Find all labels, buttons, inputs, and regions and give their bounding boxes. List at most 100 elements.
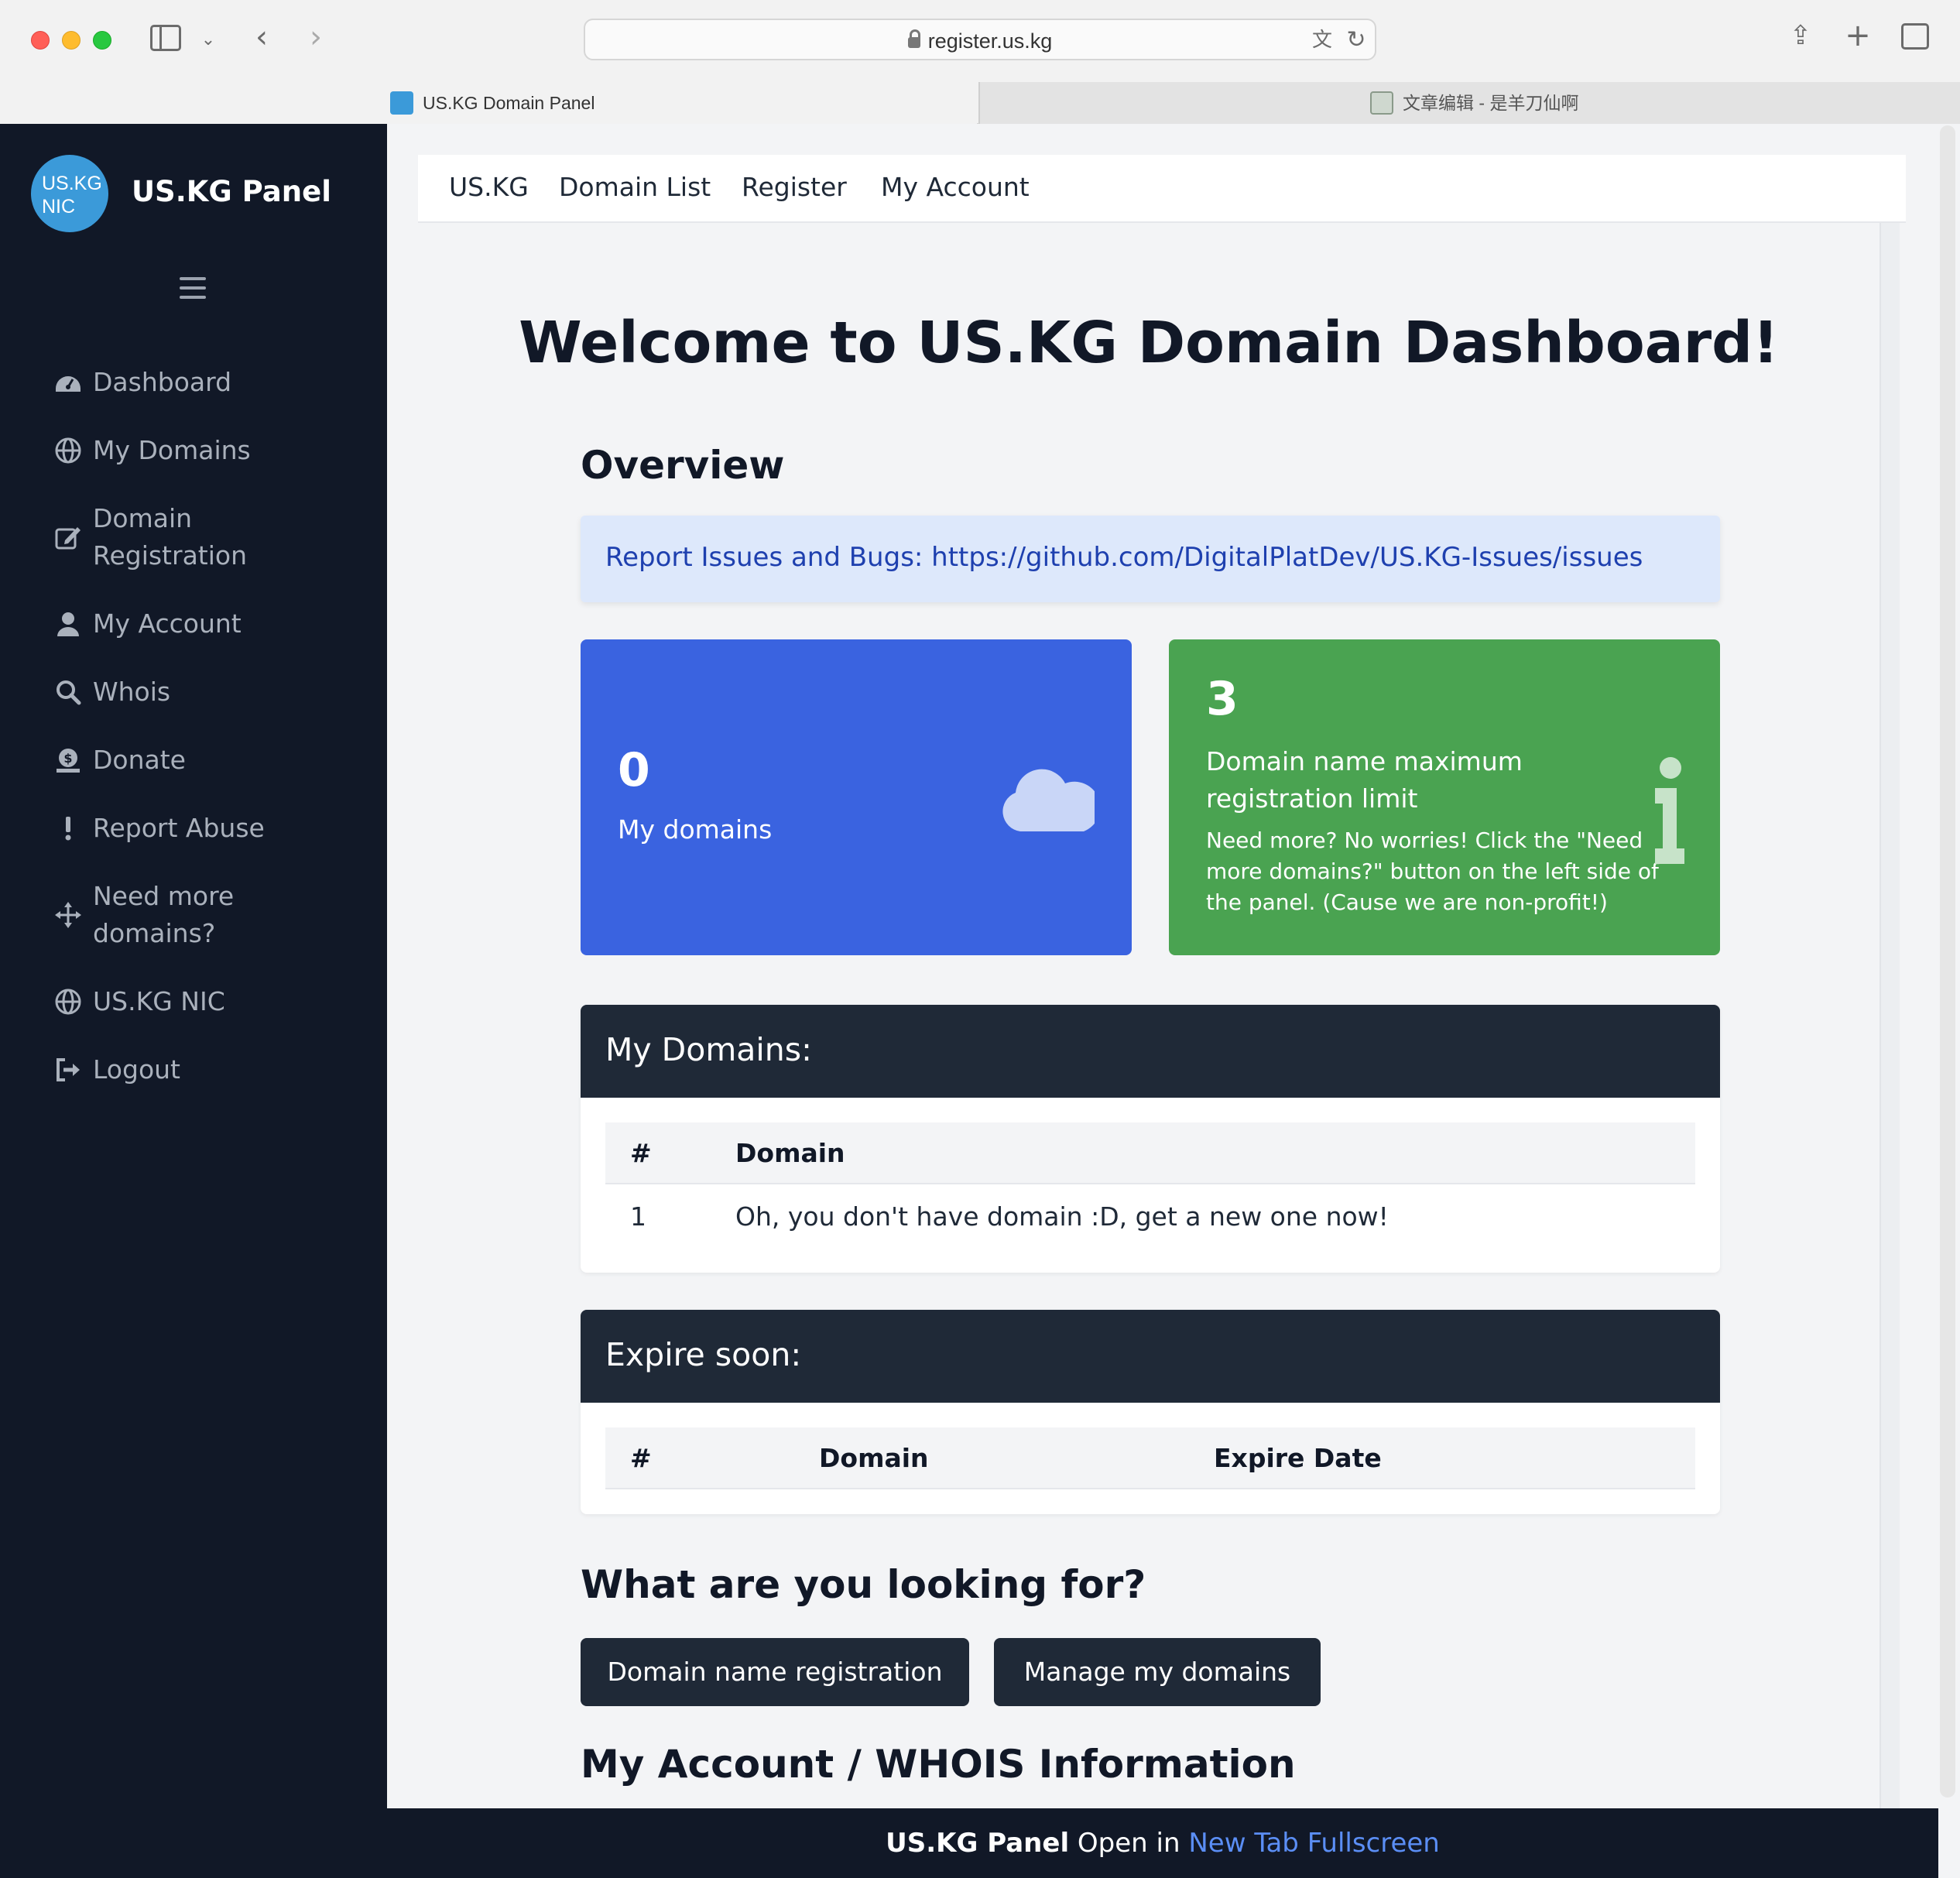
globe-icon bbox=[54, 988, 82, 1016]
sidebar-item-whois[interactable]: Whois bbox=[0, 658, 387, 726]
account-whois-heading: My Account / WHOIS Information bbox=[581, 1742, 1296, 1787]
new-tab-icon[interactable]: + bbox=[1842, 20, 1873, 51]
column-header: # bbox=[630, 1443, 652, 1473]
footer-bar: US.KG Panel Open in New Tab Fullscreen bbox=[387, 1808, 1938, 1878]
logo-text-line1: US.KG bbox=[42, 173, 102, 194]
manage-domains-button[interactable]: Manage my domains bbox=[994, 1638, 1321, 1706]
sidebar: US.KG NIC US.KG Panel Dashboard My Domai… bbox=[0, 124, 387, 1878]
sidebar-item-label: US.KG NIC bbox=[93, 986, 225, 1016]
limit-label: Domain name maximum registration limit bbox=[1206, 746, 1523, 814]
table-header: # Domain bbox=[605, 1122, 1695, 1184]
url-text: register.us.kg bbox=[927, 29, 1053, 53]
sidebar-toggle-icon[interactable] bbox=[150, 25, 181, 51]
my-domains-heading: My Domains: bbox=[581, 1005, 1720, 1098]
limit-count: 3 bbox=[1206, 672, 1239, 726]
sidebar-item-label: My Account bbox=[93, 608, 242, 639]
exclamation-icon bbox=[54, 814, 82, 842]
sidebar-item-us-kg-nic[interactable]: US.KG NIC bbox=[0, 968, 387, 1036]
footer-text: Open in bbox=[1077, 1828, 1180, 1859]
tab-favicon bbox=[390, 91, 413, 115]
sidebar-item-dashboard[interactable]: Dashboard bbox=[0, 348, 387, 416]
sidebar-item-domain-registration[interactable]: Domain Registration bbox=[0, 485, 387, 590]
topnav-us-kg[interactable]: US.KG bbox=[449, 172, 529, 202]
column-header: Domain bbox=[819, 1443, 929, 1473]
table-header: # Domain Expire Date bbox=[605, 1427, 1695, 1489]
cloud-icon bbox=[1002, 769, 1095, 831]
tab-us-kg-domain-panel[interactable]: US.KG Domain Panel bbox=[0, 82, 977, 124]
search-icon bbox=[54, 678, 82, 706]
dashboard-icon bbox=[54, 368, 82, 396]
sidebar-item-report-abuse[interactable]: Report Abuse bbox=[0, 794, 387, 862]
address-bar[interactable]: register.us.kg 文 ↻ bbox=[584, 19, 1376, 60]
domains-label: My domains bbox=[618, 814, 773, 845]
bug-report-alert: Report Issues and Bugs: https://github.c… bbox=[581, 516, 1720, 602]
domain-registration-button[interactable]: Domain name registration bbox=[581, 1638, 969, 1706]
registration-limit-card: 3 Domain name maximum registration limit… bbox=[1169, 639, 1720, 955]
sidebar-item-label: Need more domains? bbox=[93, 881, 235, 948]
footer-brand: US.KG Panel bbox=[886, 1828, 1070, 1859]
topnav-register[interactable]: Register bbox=[742, 172, 847, 202]
tab-favicon bbox=[1370, 91, 1393, 115]
lock-icon bbox=[907, 29, 920, 48]
user-icon bbox=[54, 610, 82, 638]
domains-count: 0 bbox=[618, 743, 650, 797]
sidebar-item-label: Logout bbox=[93, 1054, 180, 1085]
column-header: # bbox=[630, 1138, 652, 1168]
tab-overview-icon[interactable] bbox=[1901, 23, 1929, 50]
sidebar-item-my-domains[interactable]: My Domains bbox=[0, 416, 387, 485]
column-header: Domain bbox=[735, 1138, 845, 1168]
menu-toggle-icon[interactable] bbox=[180, 277, 206, 299]
open-fullscreen-link[interactable]: New Tab Fullscreen bbox=[1188, 1828, 1440, 1859]
row-domain: Oh, you don't have domain :D, get a new … bbox=[735, 1201, 1389, 1232]
page-scrollbar[interactable] bbox=[1940, 125, 1955, 1797]
overview-heading: Overview bbox=[581, 443, 785, 488]
svg-text:$: $ bbox=[63, 751, 72, 766]
content-edge bbox=[1879, 223, 1900, 1810]
close-window-button[interactable] bbox=[31, 31, 50, 50]
my-domains-card: 0 My domains bbox=[581, 639, 1132, 955]
my-domains-panel: My Domains: # Domain 1 Oh, you don't hav… bbox=[581, 1005, 1720, 1273]
reload-icon[interactable]: ↻ bbox=[1341, 25, 1372, 56]
donate-icon: $ bbox=[54, 746, 82, 774]
info-icon bbox=[1655, 757, 1684, 864]
expire-soon-panel: Expire soon: # Domain Expire Date bbox=[581, 1310, 1720, 1514]
sidebar-item-need-more-domains[interactable]: Need more domains? bbox=[0, 862, 387, 968]
globe-icon bbox=[54, 437, 82, 464]
share-icon[interactable]: ⇪ bbox=[1785, 20, 1816, 51]
arrows-icon bbox=[54, 901, 82, 929]
tab-article-edit[interactable]: 文章编辑 - 是羊刀仙啊 bbox=[978, 82, 1960, 124]
sidebar-nav: Dashboard My Domains Domain Registration… bbox=[0, 348, 387, 1104]
looking-for-heading: What are you looking for? bbox=[581, 1562, 1146, 1607]
sidebar-item-label: Whois bbox=[93, 677, 171, 707]
sidebar-item-label: My Domains bbox=[93, 435, 251, 465]
logo-text-line2: NIC bbox=[42, 196, 76, 218]
brand-logo[interactable]: US.KG NIC bbox=[31, 155, 108, 232]
zoom-window-button[interactable] bbox=[93, 31, 111, 50]
translate-icon[interactable]: 文 bbox=[1307, 25, 1338, 56]
sidebar-item-label: Report Abuse bbox=[93, 813, 265, 843]
expire-soon-heading: Expire soon: bbox=[581, 1310, 1720, 1403]
sidebar-item-donate[interactable]: $ Donate bbox=[0, 726, 387, 794]
brand-name[interactable]: US.KG Panel bbox=[132, 175, 331, 208]
top-navbar: US.KG Domain List Register My Account bbox=[418, 155, 1906, 223]
tab-title: 文章编辑 - 是羊刀仙啊 bbox=[1403, 93, 1579, 113]
edit-icon bbox=[54, 523, 82, 551]
sidebar-item-my-account[interactable]: My Account bbox=[0, 590, 387, 658]
topnav-my-account[interactable]: My Account bbox=[881, 172, 1030, 202]
sidebar-item-label: Domain Registration bbox=[93, 503, 247, 571]
sidebar-item-label: Dashboard bbox=[93, 367, 232, 397]
forward-icon[interactable]: › bbox=[300, 22, 331, 53]
sidebar-item-logout[interactable]: Logout bbox=[0, 1036, 387, 1104]
sidebar-item-label: Donate bbox=[93, 745, 186, 775]
topnav-domain-list[interactable]: Domain List bbox=[559, 172, 711, 202]
column-header: Expire Date bbox=[1214, 1443, 1382, 1473]
tab-title: US.KG Domain Panel bbox=[423, 93, 595, 113]
bug-report-link[interactable]: Report Issues and Bugs: https://github.c… bbox=[605, 542, 1643, 573]
chevron-down-icon[interactable]: ⌄ bbox=[197, 25, 220, 56]
minimize-window-button[interactable] bbox=[62, 31, 81, 50]
back-icon[interactable]: ‹ bbox=[246, 22, 277, 53]
browser-chrome: ⌄ ‹ › register.us.kg 文 ↻ ⇪ + US.KG Domai… bbox=[0, 0, 1960, 124]
row-number: 1 bbox=[630, 1201, 646, 1232]
page-title: Welcome to US.KG Domain Dashboard! bbox=[519, 310, 1779, 376]
logout-icon bbox=[54, 1056, 82, 1084]
